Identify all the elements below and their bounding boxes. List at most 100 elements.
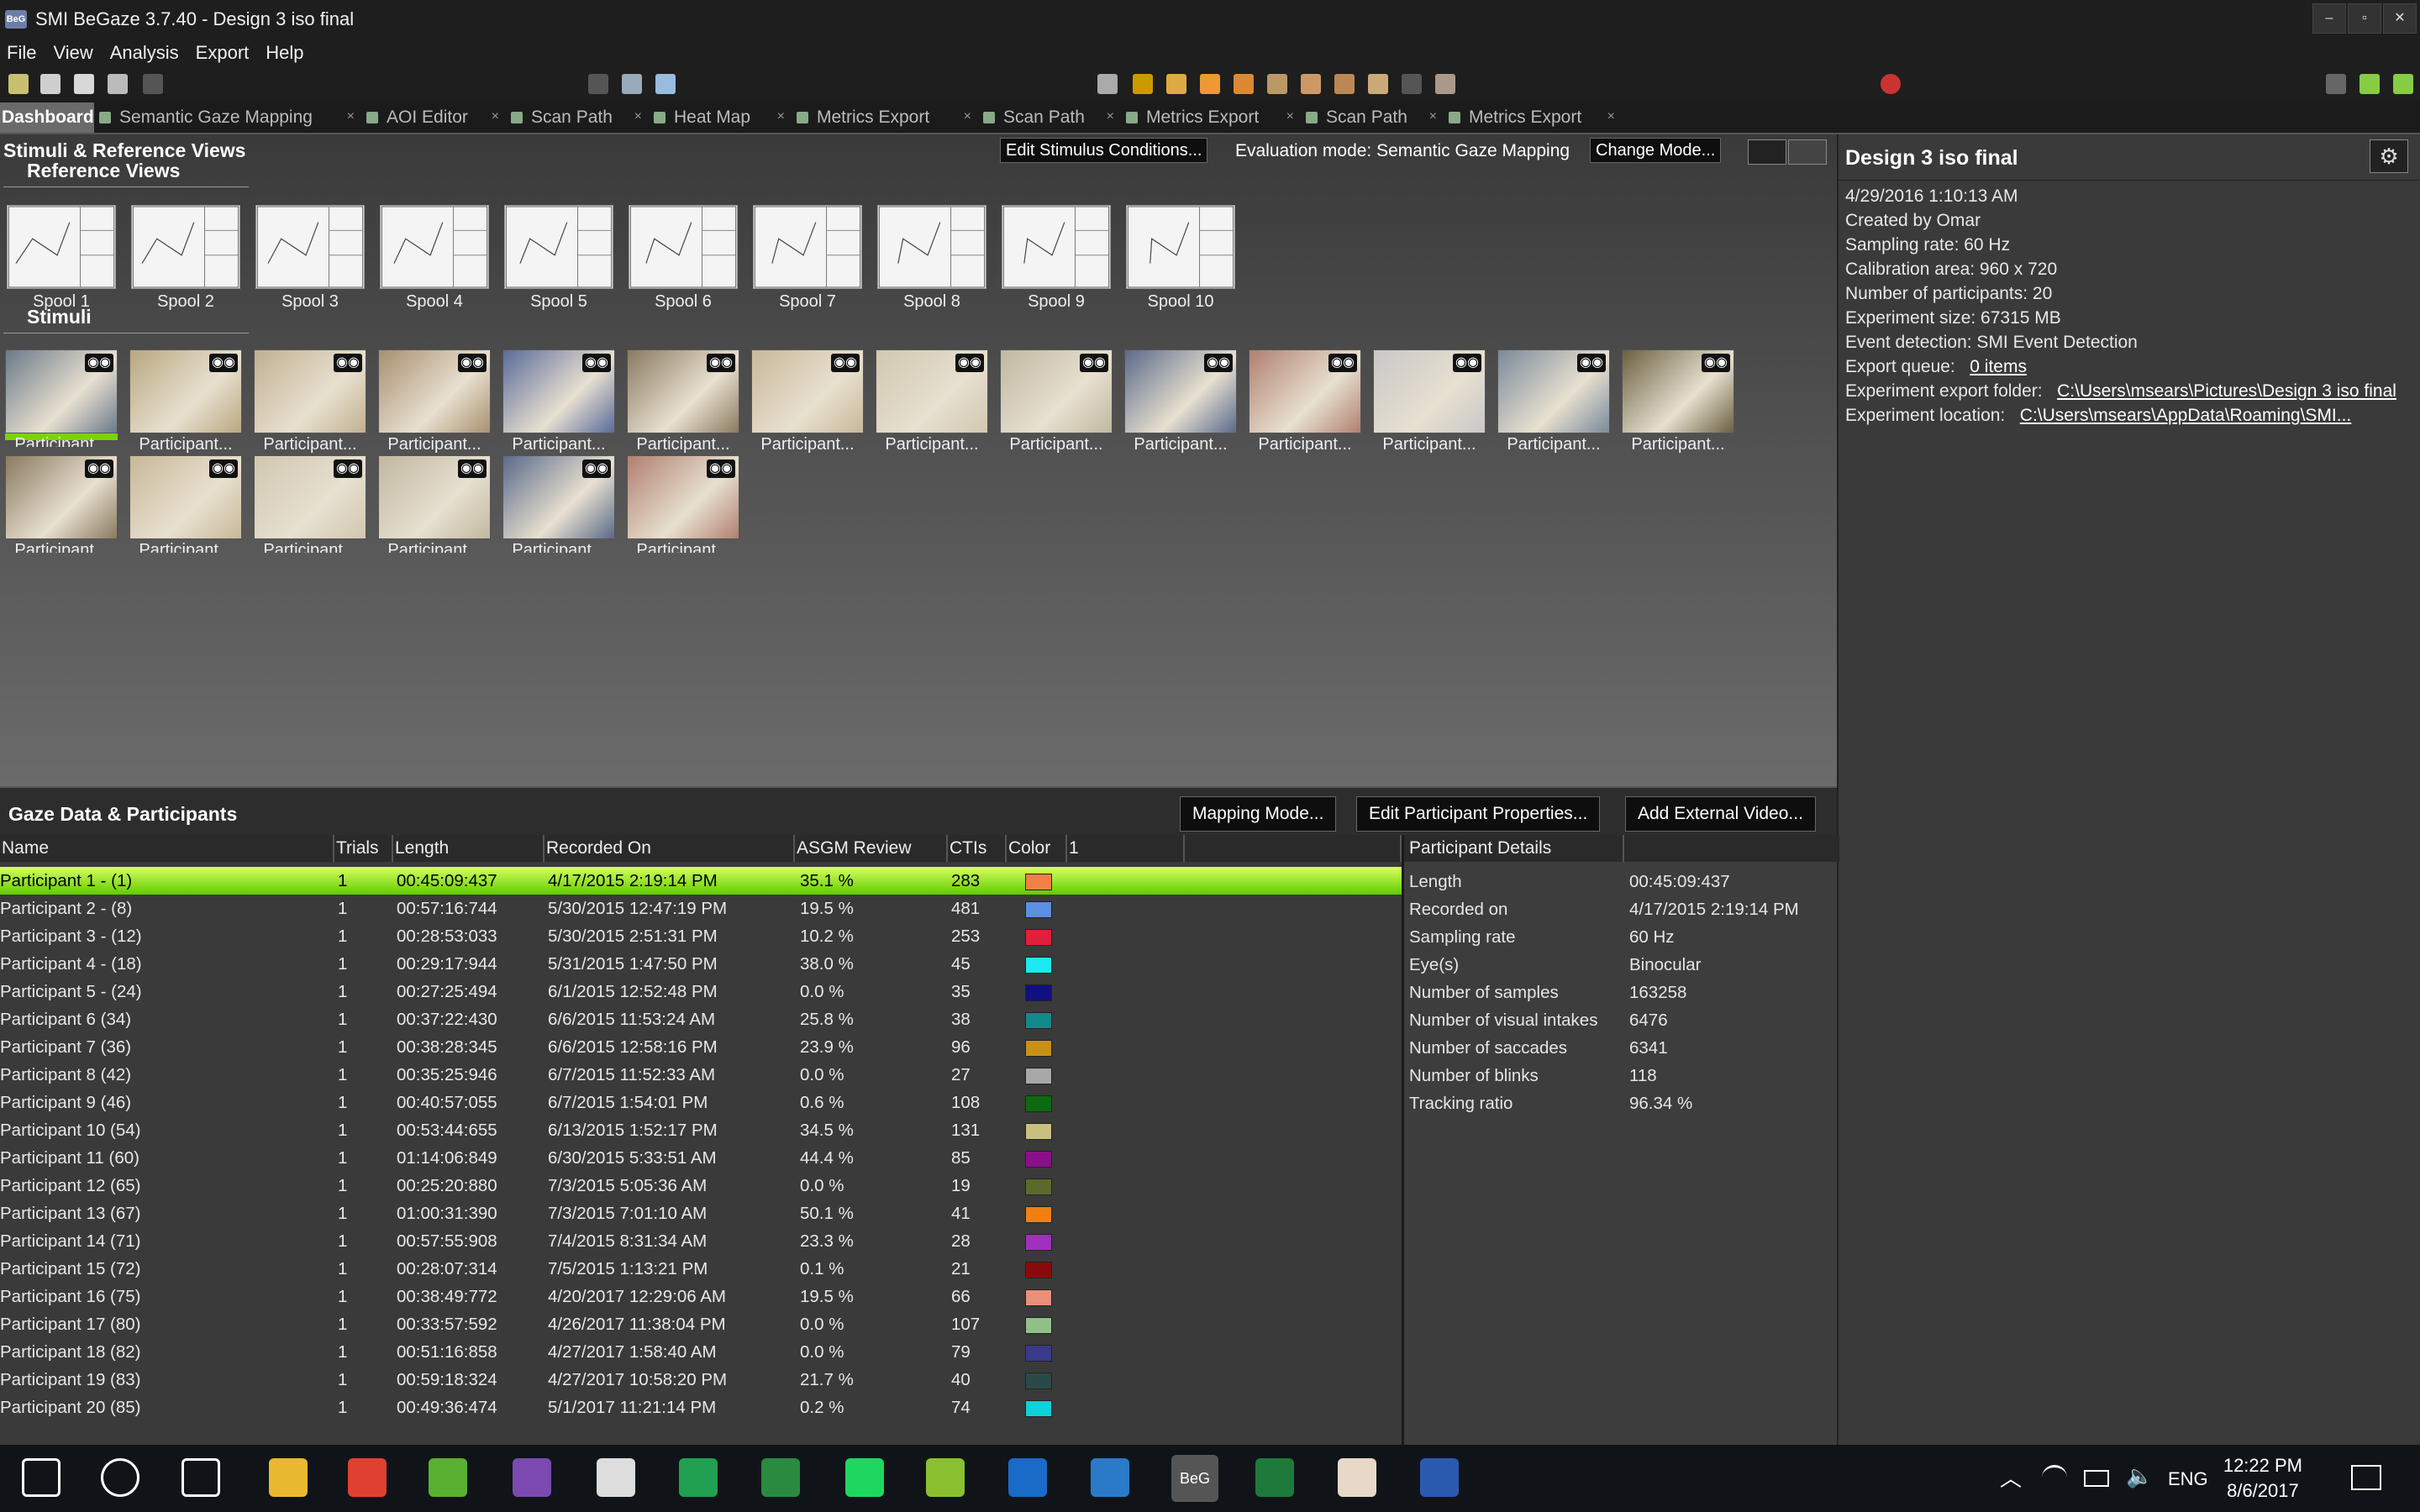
color-swatch[interactable] [1025, 957, 1052, 974]
maximize-button[interactable]: ▫ [2348, 3, 2381, 34]
reference-view-thumbnail[interactable] [629, 205, 738, 289]
export-icon[interactable] [2393, 74, 2413, 94]
bee-swarm-icon[interactable] [1301, 74, 1321, 94]
save-icon[interactable] [74, 74, 94, 94]
export-folder-link[interactable]: C:\Users\msears\Pictures\Design 3 iso fi… [2057, 381, 2396, 401]
color-swatch[interactable] [1025, 1095, 1052, 1112]
close-tab-icon[interactable]: × [1607, 109, 1615, 124]
start-icon[interactable] [22, 1458, 60, 1497]
metrics-icon[interactable] [1435, 74, 1455, 94]
add-external-video-button[interactable]: Add External Video... [1625, 796, 1816, 832]
print-icon[interactable] [108, 74, 128, 94]
table-row[interactable]: Participant 12 (65) 1 00:25:20:880 7/3/2015… [0, 1172, 1402, 1200]
hangouts-icon[interactable] [679, 1458, 718, 1497]
color-swatch[interactable] [1025, 1179, 1052, 1195]
stimulus-thumbnail[interactable]: ◉◉ [502, 455, 615, 539]
begaze-icon[interactable]: BeG [1171, 1455, 1218, 1502]
stimulus-thumbnail[interactable]: ◉◉ [1373, 349, 1486, 433]
tab-scan-path[interactable]: Scan Path × [506, 102, 649, 133]
delete-icon[interactable] [143, 74, 163, 94]
file-explorer-icon[interactable] [269, 1458, 308, 1497]
column-header-length[interactable]: Length [393, 835, 544, 862]
scanpath-icon[interactable] [1166, 74, 1186, 94]
reference-view-thumbnail[interactable] [753, 205, 862, 289]
color-swatch[interactable] [1025, 1289, 1052, 1306]
column-header-1[interactable]: 1 [1067, 835, 1185, 862]
table-row[interactable]: Participant 4 - (18) 1 00:29:17:944 5/31/20… [0, 950, 1402, 978]
reference-view-thumbnail[interactable] [1126, 205, 1235, 289]
stimulus-thumbnail[interactable]: ◉◉ [5, 349, 118, 433]
stimulus-thumbnail[interactable]: ◉◉ [1000, 349, 1113, 433]
reference-view-thumbnail[interactable] [380, 205, 489, 289]
table-row[interactable]: Participant 2 - (8) 1 00:57:16:744 5/30/201… [0, 895, 1402, 922]
color-swatch[interactable] [1025, 1400, 1052, 1417]
color-swatch[interactable] [1025, 1012, 1052, 1029]
table-row[interactable]: Participant 1 - (1) 1 00:45:09:437 4/17/201… [0, 867, 1402, 895]
wifi-icon[interactable] [2042, 1465, 2067, 1490]
color-swatch[interactable] [1025, 1068, 1052, 1084]
menu-export[interactable]: Export [196, 42, 250, 64]
change-mode-button[interactable]: Change Mode... [1590, 138, 1722, 163]
color-swatch[interactable] [1025, 1206, 1052, 1223]
menu-analysis[interactable]: Analysis [110, 42, 179, 64]
table-row[interactable]: Participant 3 - (12) 1 00:28:53:033 5/30/20… [0, 922, 1402, 950]
color-swatch[interactable] [1025, 1262, 1052, 1278]
new-file-icon[interactable] [8, 74, 29, 94]
unity-icon[interactable] [597, 1458, 635, 1497]
table-row[interactable]: Participant 5 - (24) 1 00:27:25:494 6/1/201… [0, 978, 1402, 1005]
color-swatch[interactable] [1025, 984, 1052, 1001]
color-swatch[interactable] [1025, 1317, 1052, 1334]
column-header-ctis[interactable]: CTIs [948, 835, 1007, 862]
record-icon[interactable] [1881, 74, 1901, 94]
table-row[interactable]: Participant 16 (75) 1 00:38:49:772 4/20/201… [0, 1283, 1402, 1310]
color-swatch[interactable] [1025, 929, 1052, 946]
stimulus-thumbnail[interactable]: ◉◉ [1124, 349, 1237, 433]
sequence-icon[interactable] [1334, 74, 1355, 94]
stimulus-thumbnail[interactable]: ◉◉ [5, 455, 118, 539]
stimulus-thumbnail[interactable]: ◉◉ [129, 349, 242, 433]
color-swatch[interactable] [1025, 1151, 1052, 1168]
tab-scan-path[interactable]: Scan Path × [978, 102, 1121, 133]
table-row[interactable]: Participant 17 (80) 1 00:33:57:592 4/26/201… [0, 1310, 1402, 1338]
chart-icon[interactable] [1368, 74, 1388, 94]
focus-icon[interactable] [1234, 74, 1254, 94]
column-header-color[interactable]: Color [1007, 835, 1067, 862]
close-tab-icon[interactable]: × [964, 109, 971, 124]
edit-participant-properties-button[interactable]: Edit Participant Properties... [1356, 796, 1601, 832]
stimulus-thumbnail[interactable]: ◉◉ [627, 455, 739, 539]
reference-view-thumbnail[interactable] [1002, 205, 1111, 289]
color-swatch[interactable] [1025, 1345, 1052, 1362]
stimulus-thumbnail[interactable]: ◉◉ [1622, 349, 1734, 433]
book-icon[interactable] [655, 74, 676, 94]
heatmap-icon[interactable] [1200, 74, 1220, 94]
list-view-icon[interactable] [1788, 139, 1827, 165]
outlook-icon[interactable] [1008, 1458, 1047, 1497]
column-header-asgm-review[interactable]: ASGM Review [795, 835, 948, 862]
close-tab-icon[interactable]: × [1286, 109, 1294, 124]
edit-stimulus-conditions-button[interactable]: Edit Stimulus Conditions... [1000, 138, 1208, 163]
table-row[interactable]: Participant 8 (42) 1 00:35:25:946 6/7/2015 … [0, 1061, 1402, 1089]
export-queue-link[interactable]: 0 items [1970, 357, 2027, 376]
java-icon[interactable] [1338, 1458, 1376, 1497]
tab-metrics-export[interactable]: Metrics Export × [1121, 102, 1301, 133]
close-tab-icon[interactable]: × [1107, 109, 1114, 124]
close-tab-icon[interactable]: × [347, 109, 355, 124]
close-tab-icon[interactable]: × [492, 109, 499, 124]
clock[interactable]: 12:22 PM 8/6/2017 [2223, 1453, 2302, 1504]
spotify-icon[interactable] [845, 1458, 884, 1497]
volume-icon[interactable]: 🔈 [2126, 1463, 2153, 1489]
close-tab-icon[interactable]: × [634, 109, 642, 124]
stimulus-thumbnail[interactable]: ◉◉ [254, 349, 366, 433]
battery-icon[interactable] [2084, 1470, 2109, 1487]
word-icon[interactable] [1420, 1458, 1459, 1497]
mapping-mode-button[interactable]: Mapping Mode... [1180, 796, 1337, 832]
show-hidden-icons[interactable]: ︿ [2000, 1462, 2022, 1493]
stimulus-thumbnail[interactable]: ◉◉ [751, 349, 864, 433]
reference-view-thumbnail[interactable] [7, 205, 116, 289]
table-row[interactable]: Participant 15 (72) 1 00:28:07:314 7/5/2015… [0, 1255, 1402, 1283]
grid-view-icon[interactable] [1748, 139, 1786, 165]
menu-help[interactable]: Help [266, 42, 303, 64]
aoi-icon[interactable] [1267, 74, 1287, 94]
cortana-icon[interactable] [101, 1458, 139, 1497]
color-swatch[interactable] [1025, 1234, 1052, 1251]
